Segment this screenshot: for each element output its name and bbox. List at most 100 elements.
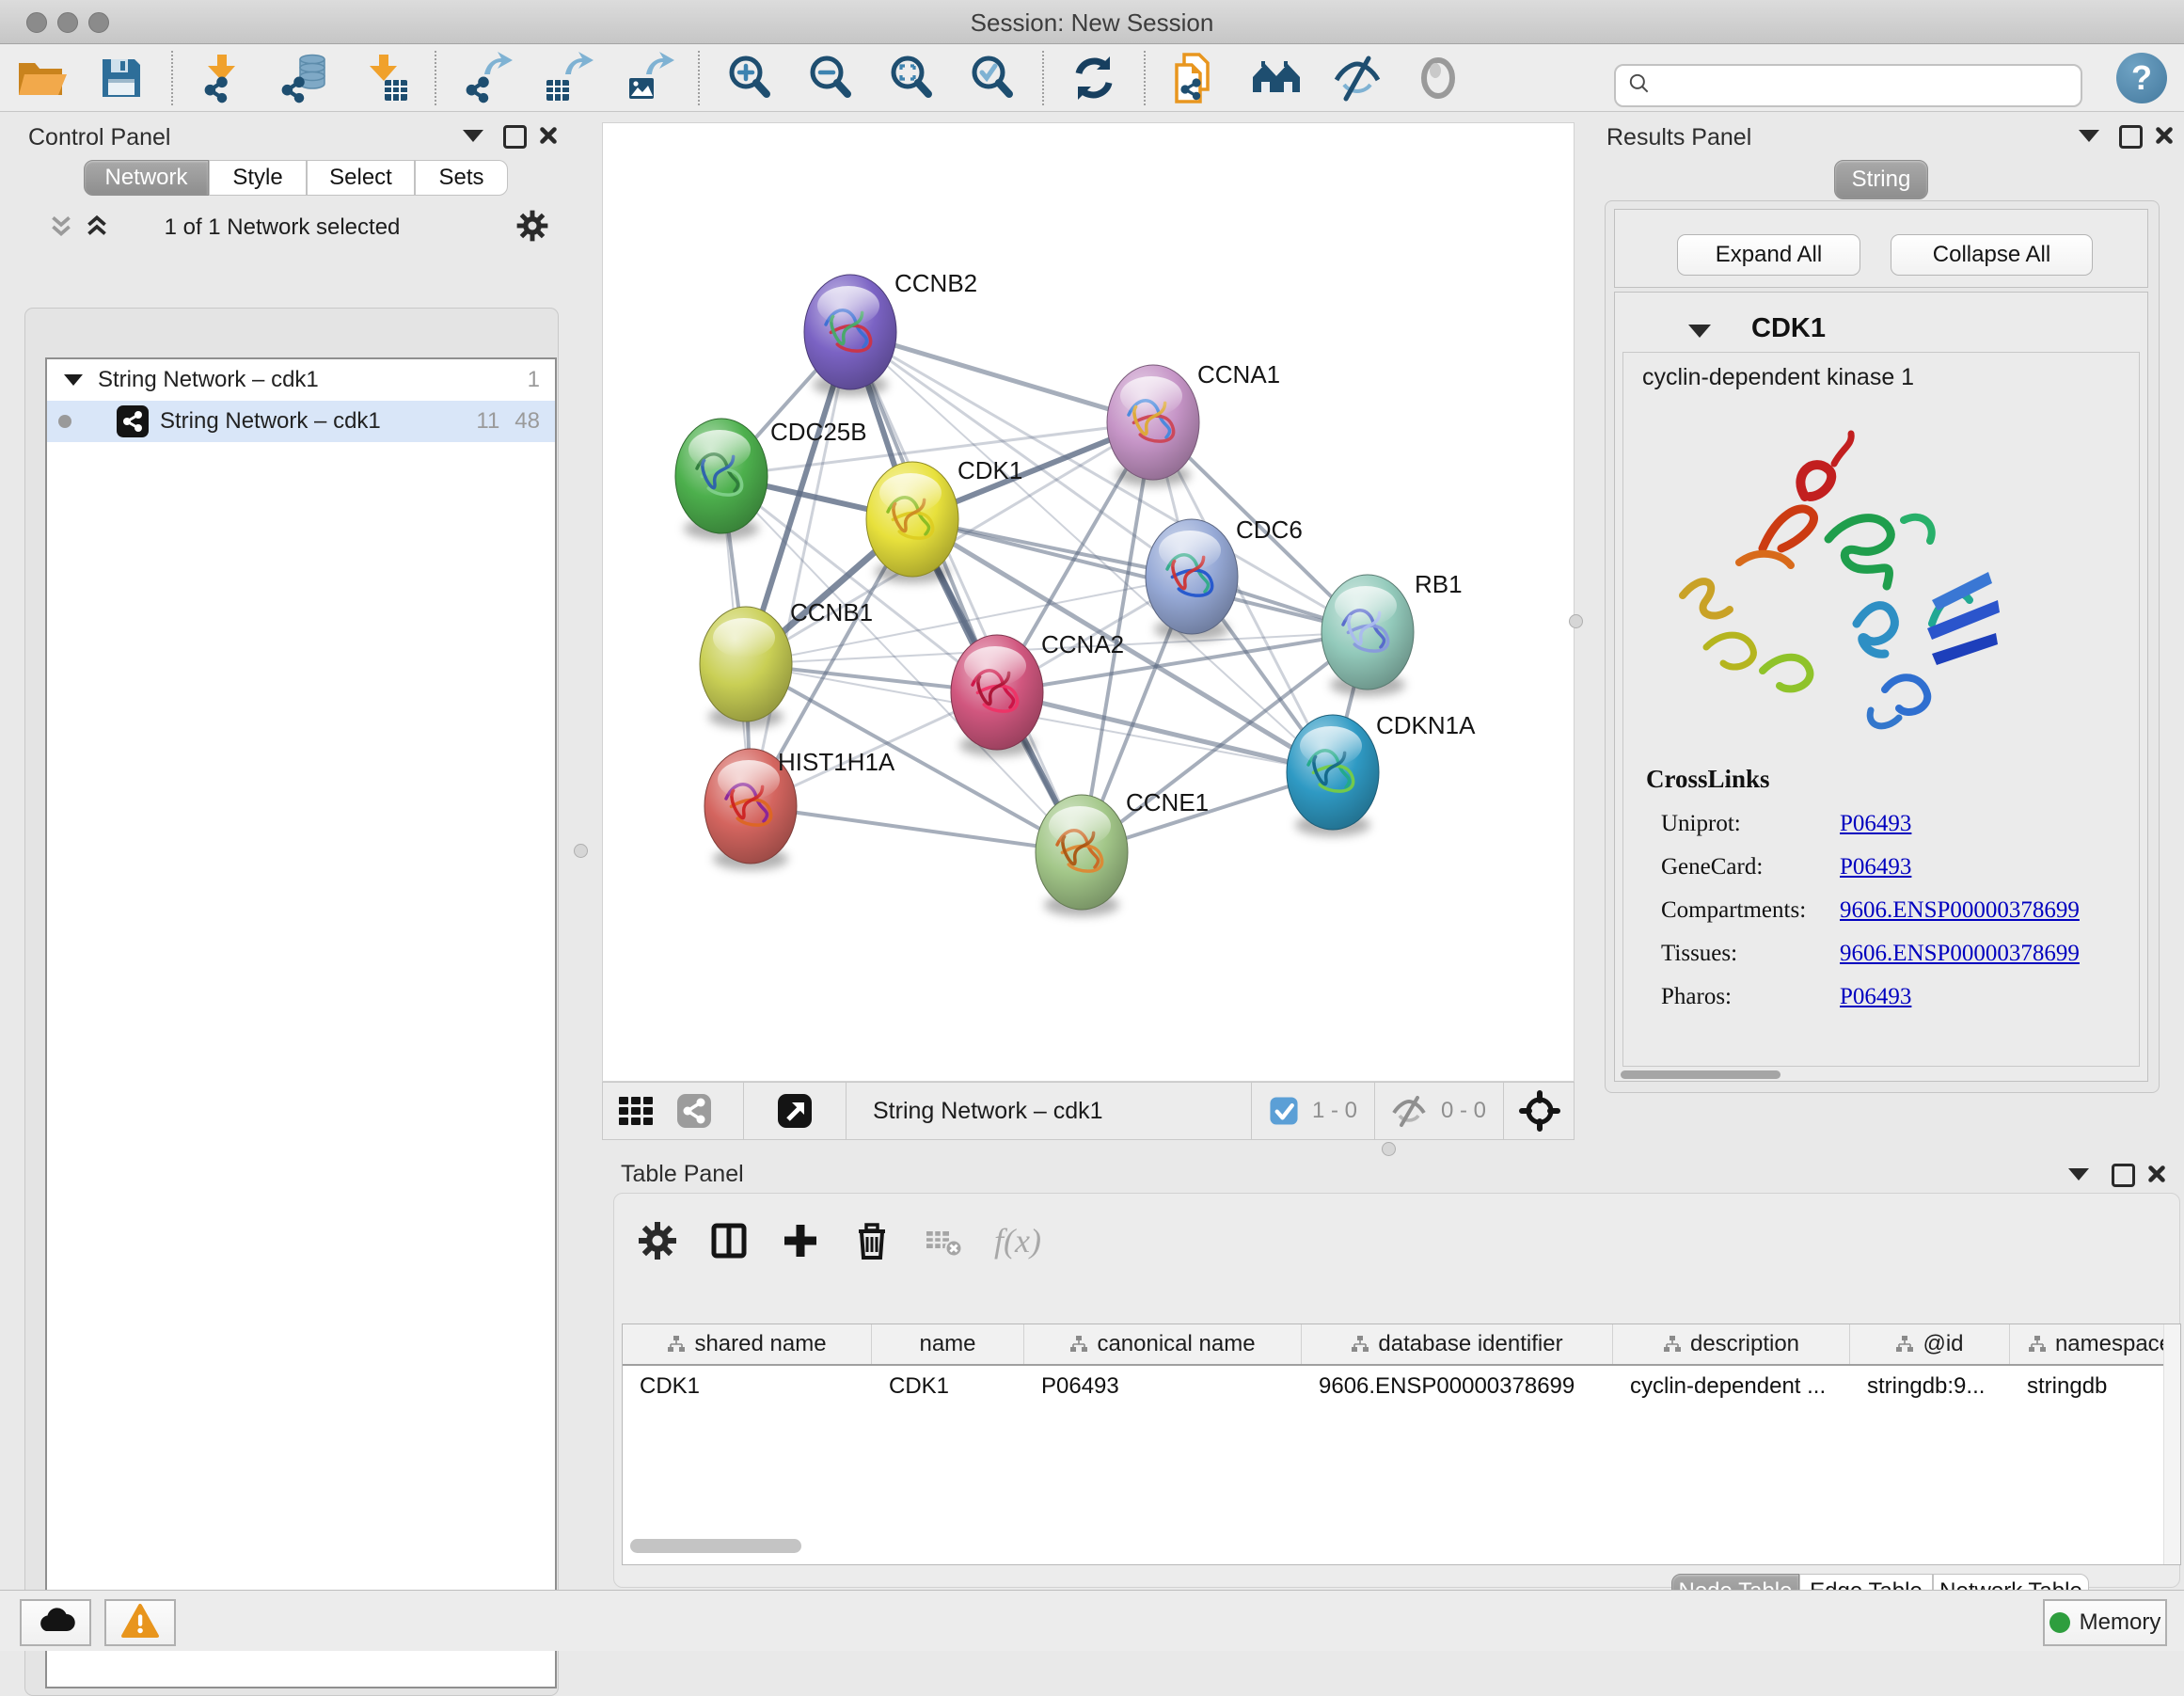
edge-HIST1H1A-CCNE1[interactable] (751, 806, 1082, 852)
collapse-panel-icon[interactable] (463, 130, 483, 142)
node-CCNB1[interactable] (700, 607, 792, 728)
column-header-database-identifier[interactable]: database identifier (1302, 1324, 1613, 1364)
home-networks-button[interactable] (1250, 52, 1303, 104)
collapse-panel-icon[interactable] (2079, 130, 2099, 142)
table-cell[interactable]: stringdb (2010, 1373, 2181, 1400)
node-label-CCNE1: CCNE1 (1126, 788, 1209, 816)
help-button[interactable]: ? (2116, 53, 2167, 103)
import-network-file-button[interactable] (197, 52, 249, 104)
network-list-item[interactable]: String Network – cdk11 (47, 359, 555, 401)
expand-all-button[interactable]: Expand All (1677, 234, 1860, 276)
left-splitter-handle[interactable] (574, 844, 588, 858)
tab-string[interactable]: String (1834, 160, 1928, 199)
export-table-button[interactable] (541, 52, 593, 104)
memory-button[interactable]: Memory (2043, 1599, 2167, 1646)
table-cell[interactable]: cyclin-dependent ... (1613, 1373, 1850, 1400)
column-header--id[interactable]: @id (1850, 1324, 2010, 1364)
table-vscrollbar-track[interactable] (2163, 1324, 2181, 1564)
card-hscrollbar-thumb[interactable] (1621, 1070, 1780, 1079)
import-network-database-button[interactable] (277, 52, 330, 104)
edge-CCNB2-CCNA1[interactable] (850, 332, 1153, 422)
save-session-button[interactable] (95, 52, 148, 104)
node-CCNA2[interactable] (951, 635, 1043, 756)
close-panel-icon[interactable] (2153, 124, 2176, 147)
export-image-button[interactable] (622, 52, 674, 104)
bottom-splitter-handle[interactable] (1382, 1142, 1396, 1156)
zoom-out-button[interactable] (804, 52, 857, 104)
column-header-description[interactable]: description (1613, 1324, 1850, 1364)
disclosure-triangle-icon[interactable] (64, 374, 83, 386)
node-CDC25B[interactable] (675, 419, 768, 540)
network-options-gear-icon[interactable] (515, 209, 549, 247)
crosslink-link[interactable]: P06493 (1840, 811, 1911, 837)
tab-select[interactable]: Select (307, 160, 415, 196)
collapse-panel-icon[interactable] (2068, 1168, 2089, 1181)
table-cell[interactable]: CDK1 (872, 1373, 1024, 1400)
table-cell[interactable]: stringdb:9... (1850, 1373, 2010, 1400)
collapse-all-button[interactable]: Collapse All (1891, 234, 2093, 276)
toolbar-separator (435, 51, 436, 105)
crosslink-link[interactable]: P06493 (1840, 984, 1911, 1010)
column-type-icon (667, 1335, 694, 1354)
column-header-namespace[interactable]: namespace (2010, 1324, 2181, 1364)
open-in-new-window-icon[interactable] (774, 1090, 815, 1132)
export-network-button[interactable] (460, 52, 513, 104)
tab-style[interactable]: Style (209, 160, 307, 196)
network-share-icon[interactable] (673, 1090, 715, 1132)
node-CDKN1A[interactable] (1287, 715, 1379, 836)
results-panel-title: Results Panel (1606, 124, 1751, 151)
tab-network[interactable]: Network (84, 160, 209, 196)
column-header-shared-name[interactable]: shared name (623, 1324, 872, 1364)
hide-selected-button[interactable] (1331, 52, 1384, 104)
search-box[interactable] (1614, 64, 2082, 107)
right-splitter-handle[interactable] (1569, 614, 1583, 628)
column-header-canonical-name[interactable]: canonical name (1024, 1324, 1302, 1364)
search-input[interactable] (1652, 71, 2060, 100)
open-session-button[interactable] (14, 52, 67, 104)
table-cell[interactable]: 9606.ENSP00000378699 (1302, 1373, 1613, 1400)
refresh-layout-button[interactable] (1068, 52, 1120, 104)
column-type-icon (1351, 1335, 1378, 1354)
share-clipboard-button[interactable] (1169, 52, 1222, 104)
grid-view-icon[interactable] (615, 1090, 657, 1132)
show-hidden-button[interactable] (1412, 52, 1464, 104)
node-RB1[interactable] (1321, 575, 1414, 696)
zoom-selected-button[interactable] (966, 52, 1019, 104)
close-panel-icon[interactable] (2145, 1163, 2168, 1185)
table-hscrollbar-thumb[interactable] (630, 1539, 801, 1553)
float-panel-icon[interactable] (2112, 1164, 2135, 1187)
crosshair-icon[interactable] (1519, 1090, 1560, 1132)
zoom-in-button[interactable] (723, 52, 776, 104)
node-table[interactable]: shared namenamecanonical namedatabase id… (622, 1324, 2181, 1565)
import-table-button[interactable] (358, 52, 411, 104)
column-header-name[interactable]: name (872, 1324, 1024, 1364)
delete-column-icon[interactable] (851, 1220, 893, 1261)
function-builder-icon: f(x) (994, 1221, 1041, 1260)
node-CCNE1[interactable] (1036, 795, 1128, 916)
show-columns-icon[interactable] (708, 1220, 750, 1261)
cloud-button[interactable] (20, 1599, 91, 1646)
tab-sets[interactable]: Sets (415, 160, 508, 196)
hidden-eye-icon[interactable] (1388, 1090, 1430, 1132)
table-row[interactable]: CDK1CDK1P064939606.ENSP00000378699cyclin… (623, 1366, 2180, 1406)
node-CCNB2[interactable] (804, 275, 896, 396)
crosslink-link[interactable]: P06493 (1840, 854, 1911, 880)
crosslink-link[interactable]: 9606.ENSP00000378699 (1840, 897, 2080, 924)
crosslinks-list: Uniprot:P06493GeneCard:P06493Compartment… (1661, 802, 2113, 1019)
table-settings-gear-icon[interactable] (637, 1220, 678, 1261)
table-cell[interactable]: P06493 (1024, 1373, 1302, 1400)
add-column-icon[interactable] (780, 1220, 821, 1261)
warnings-button[interactable] (104, 1599, 176, 1646)
float-panel-icon[interactable] (2119, 125, 2143, 149)
selected-checkbox-icon[interactable] (1269, 1096, 1299, 1126)
collapse-protein-icon[interactable] (1688, 325, 1711, 338)
close-panel-icon[interactable] (537, 124, 560, 147)
zoom-fit-button[interactable] (885, 52, 938, 104)
crosslink-link[interactable]: 9606.ENSP00000378699 (1840, 941, 2080, 967)
network-canvas[interactable]: CCNB2CCNA1CDC25BCDK1CDC6RB1CCNB1CCNA2CDK… (602, 122, 1575, 1082)
node-CCNA1[interactable] (1107, 365, 1199, 486)
float-panel-icon[interactable] (503, 125, 527, 149)
network-list-item[interactable]: String Network – cdk11148 (47, 401, 555, 442)
table-cell[interactable]: CDK1 (623, 1373, 872, 1400)
edge-CCNB2-HIST1H1A[interactable] (751, 332, 850, 806)
